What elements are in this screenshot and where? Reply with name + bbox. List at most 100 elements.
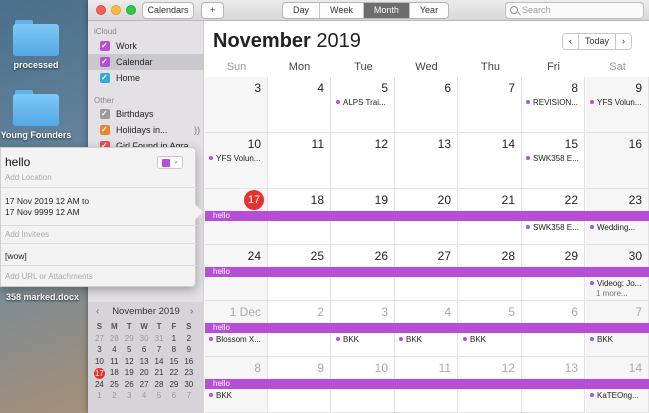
event-end-date[interactable]: 17 Nov 9999 12 AM [5, 207, 80, 217]
day-cell[interactable]: 14 [459, 133, 522, 189]
checkbox-icon[interactable] [100, 70, 110, 86]
mini-day[interactable]: 4 [107, 345, 122, 357]
mini-day[interactable]: 30 [181, 380, 196, 392]
mini-day[interactable]: 23 [181, 368, 196, 380]
calendar-event[interactable]: BKK [336, 335, 393, 344]
mini-day[interactable]: 31 [152, 334, 167, 346]
mini-day[interactable]: 2 [181, 334, 196, 346]
mini-day[interactable]: 2 [107, 391, 122, 403]
calendar-color-picker[interactable]: ⌄ [157, 156, 183, 169]
mini-day[interactable]: 19 [122, 368, 137, 380]
mini-day[interactable]: 28 [152, 380, 167, 392]
calendar-event[interactable]: Videog: Jo... [590, 279, 647, 288]
calendar-event[interactable]: YFS Volun... [590, 98, 647, 107]
mini-day[interactable]: 1 [166, 334, 181, 346]
calendar-event[interactable]: BKK [463, 335, 520, 344]
mini-day[interactable]: 29 [122, 334, 137, 346]
desktop-folder-processed[interactable]: processed [0, 20, 80, 70]
event-start-date[interactable]: 17 Nov 2019 12 AM to [5, 196, 89, 206]
tab-week[interactable]: Week [320, 3, 364, 18]
url-field[interactable]: Add URL or Attachments [5, 272, 93, 281]
calendar-event[interactable]: BKK [399, 335, 456, 344]
mini-day[interactable]: 25 [107, 380, 122, 392]
checkbox-icon[interactable] [100, 106, 110, 122]
calendar-event[interactable]: SWK358 E... [526, 223, 583, 232]
day-cell[interactable]: 15 SWK358 E... [522, 133, 585, 189]
desktop-folder-young-founders[interactable]: Young Founders [0, 90, 80, 140]
more-events-link[interactable]: 1 more... [596, 289, 628, 298]
multi-day-event-bar[interactable]: hello [205, 379, 649, 389]
calendar-event[interactable]: YFS Volun... [209, 154, 266, 163]
checkbox-icon[interactable] [100, 122, 110, 138]
day-cell[interactable]: 13 [395, 133, 458, 189]
mini-day[interactable]: 22 [166, 368, 181, 380]
mini-next-button[interactable]: › [190, 306, 193, 317]
mini-day[interactable]: 8 [166, 345, 181, 357]
location-field[interactable]: Add Location [5, 173, 52, 182]
mini-day[interactable]: 15 [166, 357, 181, 369]
day-cell[interactable]: 9 YFS Volun... [586, 77, 649, 133]
calendar-event[interactable]: REVISION... [526, 98, 583, 107]
sidebar-item-work[interactable]: Work [88, 38, 204, 54]
multi-day-event-bar[interactable]: hello [205, 267, 649, 277]
mini-day[interactable]: 30 [137, 334, 152, 346]
calendar-event[interactable]: BKK [590, 335, 647, 344]
multi-day-event-bar[interactable]: hello [205, 211, 649, 221]
mini-prev-button[interactable]: ‹ [96, 306, 99, 317]
mini-day[interactable]: 24 [92, 380, 107, 392]
mini-day[interactable]: 4 [137, 391, 152, 403]
mini-day[interactable]: 27 [92, 334, 107, 346]
calendar-event[interactable]: Wedding... [590, 223, 647, 232]
tab-day[interactable]: Day [283, 3, 321, 18]
tab-year[interactable]: Year [410, 3, 448, 18]
day-cell[interactable]: 3 [205, 77, 268, 133]
mini-day[interactable]: 14 [152, 357, 167, 369]
mini-day[interactable]: 10 [92, 357, 107, 369]
add-event-button[interactable]: + [201, 2, 224, 19]
sidebar-item-calendar[interactable]: Calendar [88, 54, 204, 70]
mini-day-today[interactable]: 17 [92, 368, 107, 380]
invitees-field[interactable]: Add Invitees [5, 230, 49, 239]
day-cell[interactable]: 11 [268, 133, 331, 189]
calendars-button[interactable]: Calendars [142, 2, 194, 19]
mini-day[interactable]: 16 [181, 357, 196, 369]
calendar-event[interactable]: BKK [209, 391, 266, 400]
checkbox-icon[interactable] [100, 54, 110, 70]
mini-day[interactable]: 28 [107, 334, 122, 346]
day-cell[interactable]: 7 [459, 77, 522, 133]
mini-day[interactable]: 6 [166, 391, 181, 403]
mini-day[interactable]: 5 [152, 391, 167, 403]
mini-day[interactable]: 3 [92, 345, 107, 357]
tab-month[interactable]: Month [363, 3, 410, 18]
desktop-file-label[interactable]: 358 marked.docx [0, 292, 88, 302]
day-cell[interactable]: 12 [332, 133, 395, 189]
mini-day[interactable]: 27 [137, 380, 152, 392]
calendar-event[interactable]: KaTEOng... [590, 391, 647, 400]
day-cell[interactable]: 5 ALPS Trai... [332, 77, 395, 133]
minimize-button[interactable] [111, 5, 121, 15]
sidebar-item-holidays[interactable]: Holidays in... )) [88, 122, 204, 138]
calendar-event[interactable]: ALPS Trai... [336, 98, 393, 107]
close-button[interactable] [96, 5, 106, 15]
calendar-event[interactable]: SWK358 E... [526, 154, 583, 163]
mini-day[interactable]: 3 [122, 391, 137, 403]
day-cell[interactable]: 4 [268, 77, 331, 133]
day-cell[interactable]: 16 [586, 133, 649, 189]
mini-day[interactable]: 7 [181, 391, 196, 403]
sidebar-item-home[interactable]: Home [88, 70, 204, 86]
checkbox-icon[interactable] [100, 38, 110, 54]
notes-field[interactable]: [wow] [5, 251, 27, 261]
mini-day[interactable]: 26 [122, 380, 137, 392]
mini-day[interactable]: 29 [166, 380, 181, 392]
today-button[interactable]: Today [579, 34, 617, 49]
mini-day[interactable]: 20 [137, 368, 152, 380]
mini-day[interactable]: 12 [122, 357, 137, 369]
mini-day[interactable]: 9 [181, 345, 196, 357]
day-cell[interactable]: 8 REVISION... [522, 77, 585, 133]
mini-day[interactable]: 11 [107, 357, 122, 369]
search-input[interactable]: Search [505, 2, 644, 19]
multi-day-event-bar[interactable]: hello [205, 323, 649, 333]
mini-day[interactable]: 6 [137, 345, 152, 357]
mini-day[interactable]: 18 [107, 368, 122, 380]
mini-day[interactable]: 21 [152, 368, 167, 380]
